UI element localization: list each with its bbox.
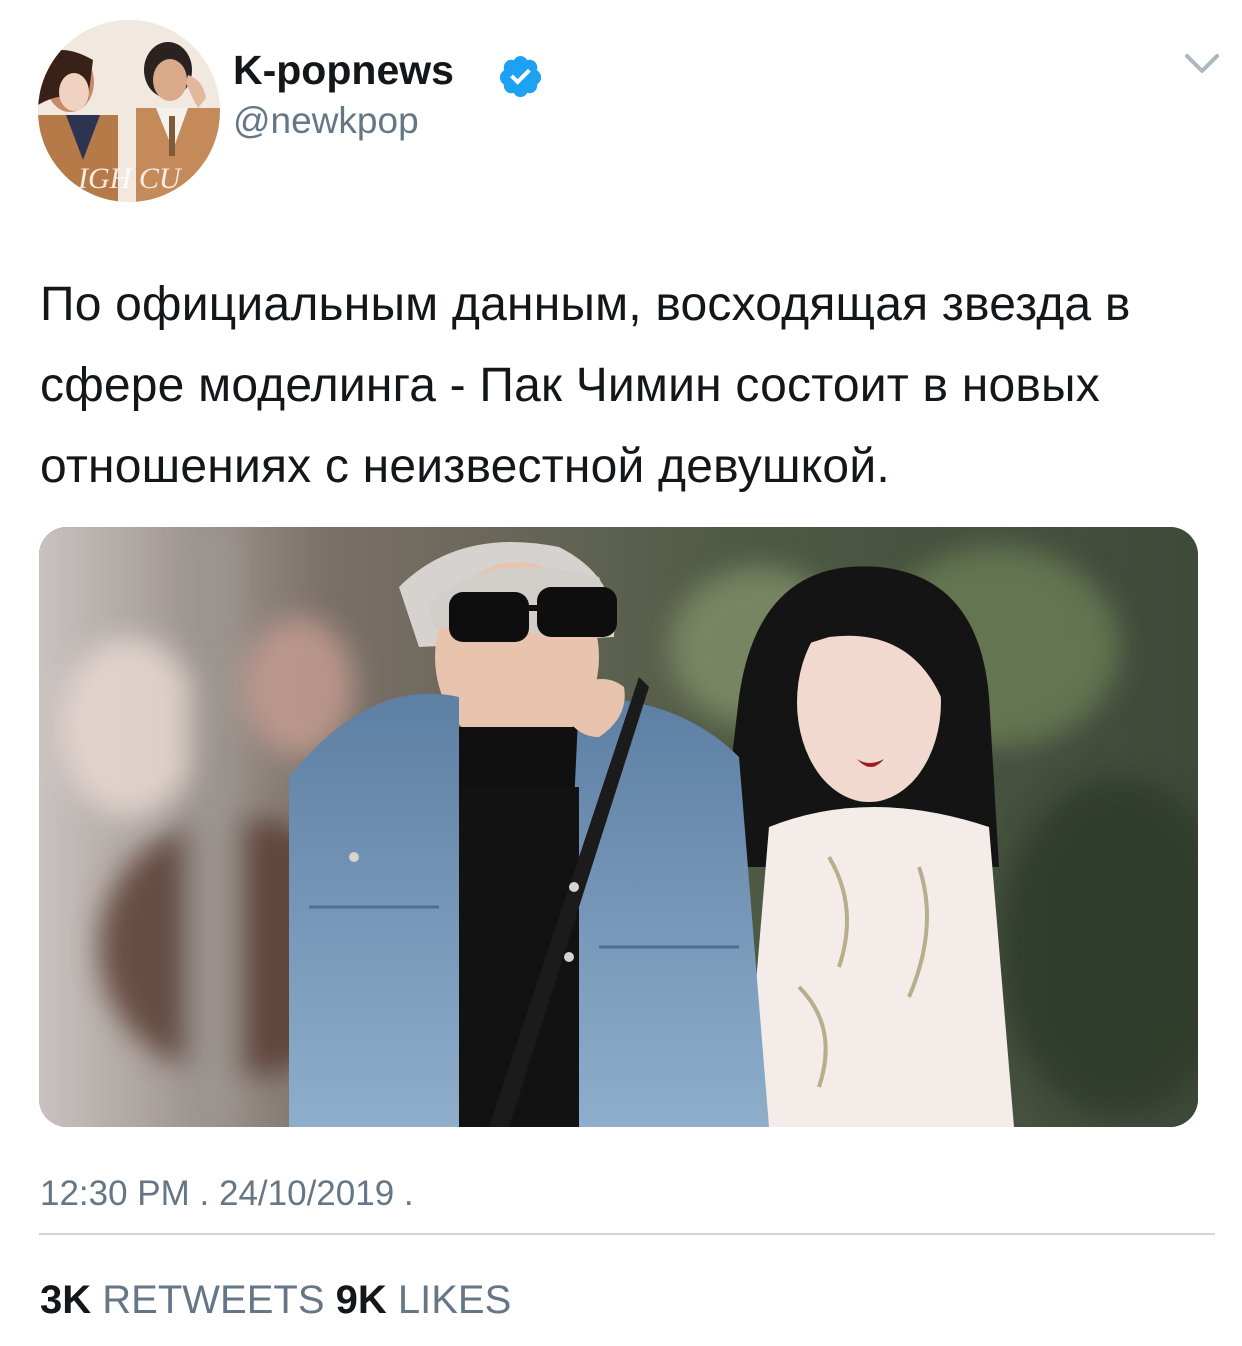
verified-badge-icon	[499, 55, 542, 98]
photo-illustration	[39, 527, 1198, 1127]
retweets-count: 3K	[40, 1278, 92, 1322]
tweet-text: По официальным данным, восходящая звезда…	[40, 278, 1131, 493]
likes-count: 9K	[335, 1278, 387, 1322]
retweets-label: RETWEETS	[102, 1278, 325, 1322]
avatar-watermark: IGH CU	[77, 162, 183, 195]
avatar[interactable]: IGH CU	[38, 20, 220, 202]
likes-stat[interactable]: 9K LIKES	[336, 1278, 512, 1322]
tweet-photo[interactable]	[39, 527, 1198, 1127]
chevron-down-icon[interactable]	[1184, 50, 1220, 78]
likes-label: LIKES	[397, 1278, 512, 1322]
tweet-timestamp[interactable]: 12:30 PM . 24/10/2019 .	[40, 1172, 414, 1216]
retweets-stat[interactable]: 3K RETWEETS	[40, 1278, 325, 1322]
handle[interactable]: @newkpop	[233, 97, 419, 145]
tweet-stats: 3K RETWEETS 9K LIKES	[40, 1276, 511, 1324]
avatar-image: IGH CU	[38, 20, 220, 202]
display-name[interactable]: K-popnews	[233, 44, 454, 96]
divider	[39, 1233, 1215, 1235]
